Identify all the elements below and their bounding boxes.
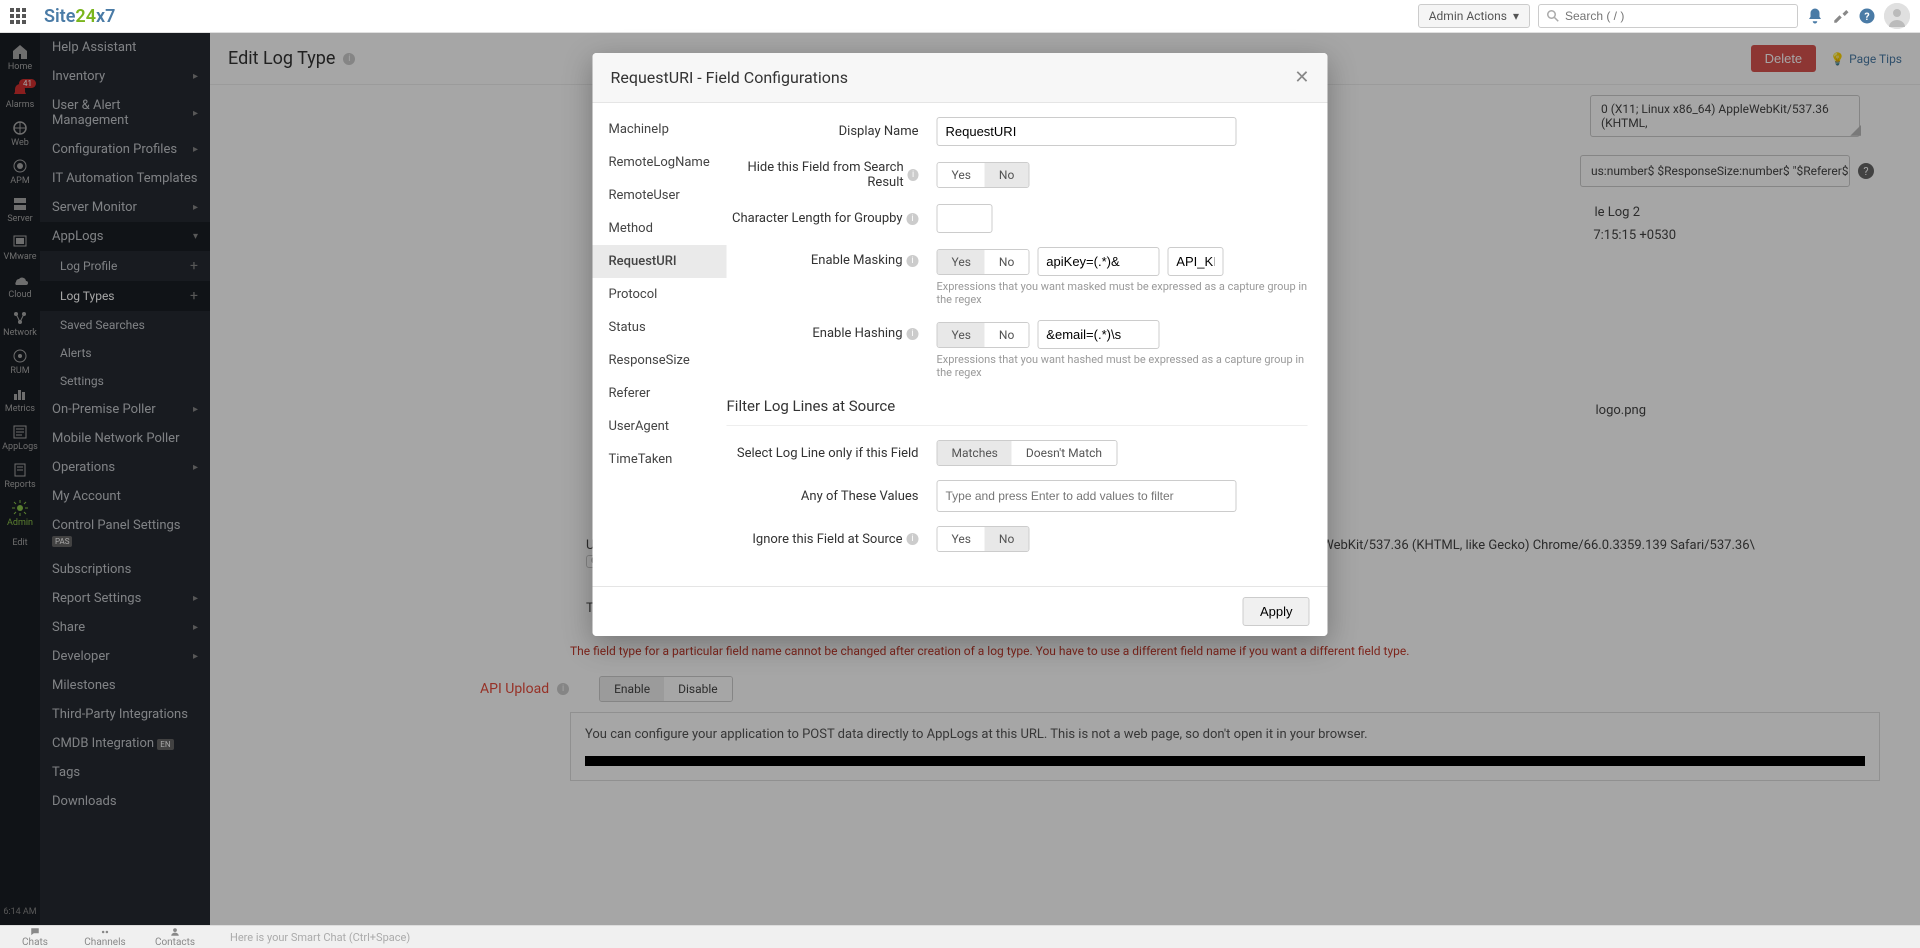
filter-values-input[interactable]: [937, 480, 1237, 512]
modal-form: Display Name Hide this Field from Search…: [727, 103, 1328, 586]
caret-down-icon: ▾: [1513, 9, 1519, 23]
field-item[interactable]: MachineIp: [593, 113, 727, 146]
hide-field-toggle[interactable]: Yes No: [937, 162, 1030, 188]
field-item[interactable]: Protocol: [593, 278, 727, 311]
hashing-hint: Expressions that you want hashed must be…: [937, 353, 1308, 379]
masking-replace-input[interactable]: [1167, 247, 1223, 276]
label-ignore-source: Ignore this Field at Source: [752, 532, 902, 547]
bb-chats[interactable]: Chats: [0, 927, 70, 948]
label-char-len: Character Length for Groupby: [732, 211, 902, 226]
top-header: Site24x7 Admin Actions ▾ ?: [0, 0, 1920, 33]
logo[interactable]: Site24x7: [44, 6, 115, 27]
modal-title: RequestURI - Field Configurations: [611, 68, 848, 87]
wrench-icon[interactable]: [1832, 7, 1850, 25]
info-icon[interactable]: i: [907, 213, 919, 225]
info-icon[interactable]: i: [907, 533, 919, 545]
toggle-yes[interactable]: Yes: [938, 527, 985, 551]
info-icon[interactable]: i: [908, 169, 919, 181]
search-input[interactable]: [1565, 9, 1789, 23]
help-icon[interactable]: ?: [1858, 7, 1876, 25]
masking-toggle[interactable]: Yes No: [937, 249, 1030, 275]
toggle-no[interactable]: No: [985, 163, 1028, 187]
masking-hint: Expressions that you want masked must be…: [937, 280, 1308, 306]
hashing-toggle[interactable]: Yes No: [937, 322, 1030, 348]
label-hide-field: Hide this Field from Search Result: [727, 160, 904, 190]
hashing-regex-input[interactable]: [1037, 320, 1159, 349]
svg-text:?: ?: [1864, 10, 1869, 23]
modal-footer: Apply: [593, 586, 1328, 636]
label-select-line: Select Log Line only if this Field: [737, 446, 919, 461]
notification-icon[interactable]: [1806, 7, 1824, 25]
toggle-yes[interactable]: Yes: [938, 323, 985, 347]
toggle-doesnt-match[interactable]: Doesn't Match: [1012, 441, 1116, 465]
label-hashing: Enable Hashing: [812, 326, 902, 341]
field-item[interactable]: Referer: [593, 377, 727, 410]
toggle-yes[interactable]: Yes: [938, 163, 985, 187]
label-masking: Enable Masking: [811, 253, 903, 268]
field-item[interactable]: RemoteLogName: [593, 146, 727, 179]
global-search[interactable]: [1538, 4, 1798, 28]
toggle-no[interactable]: No: [985, 323, 1028, 347]
field-item[interactable]: ResponseSize: [593, 344, 727, 377]
label-any-values: Any of These Values: [801, 489, 919, 504]
toggle-no[interactable]: No: [985, 250, 1028, 274]
label-display-name: Display Name: [839, 124, 919, 139]
ignore-source-toggle[interactable]: Yes No: [937, 526, 1030, 552]
field-item-active[interactable]: RequestURI: [593, 245, 727, 278]
toggle-no[interactable]: No: [985, 527, 1028, 551]
field-item[interactable]: UserAgent: [593, 410, 727, 443]
user-avatar[interactable]: [1884, 3, 1910, 29]
char-len-input[interactable]: [937, 204, 993, 233]
bb-contacts[interactable]: Contacts: [140, 927, 210, 948]
bottom-bar: Chats Channels Contacts Here is your Sma…: [0, 925, 1920, 948]
match-toggle[interactable]: Matches Doesn't Match: [937, 440, 1118, 466]
filter-section-header: Filter Log Lines at Source: [727, 393, 1308, 426]
field-config-modal: RequestURI - Field Configurations ✕ Mach…: [593, 53, 1328, 636]
field-item[interactable]: RemoteUser: [593, 179, 727, 212]
toggle-yes[interactable]: Yes: [938, 250, 985, 274]
field-item[interactable]: Method: [593, 212, 727, 245]
field-item[interactable]: TimeTaken: [593, 443, 727, 476]
info-icon[interactable]: i: [907, 255, 919, 267]
toggle-matches[interactable]: Matches: [938, 441, 1012, 465]
modal-field-list: MachineIp RemoteLogName RemoteUser Metho…: [593, 103, 727, 586]
apply-button[interactable]: Apply: [1243, 597, 1310, 626]
info-icon[interactable]: i: [907, 328, 919, 340]
apps-grid-icon[interactable]: [10, 8, 26, 24]
admin-actions-dropdown[interactable]: Admin Actions ▾: [1418, 4, 1530, 28]
modal-header: RequestURI - Field Configurations ✕: [593, 53, 1328, 103]
close-icon[interactable]: ✕: [1294, 67, 1309, 88]
bb-channels[interactable]: Channels: [70, 927, 140, 948]
modal-overlay[interactable]: RequestURI - Field Configurations ✕ Mach…: [0, 33, 1920, 948]
smart-chat-hint: Here is your Smart Chat (Ctrl+Space): [230, 931, 410, 944]
display-name-input[interactable]: [937, 117, 1237, 146]
masking-regex-input[interactable]: [1037, 247, 1159, 276]
search-icon: [1547, 10, 1559, 22]
field-item[interactable]: Status: [593, 311, 727, 344]
